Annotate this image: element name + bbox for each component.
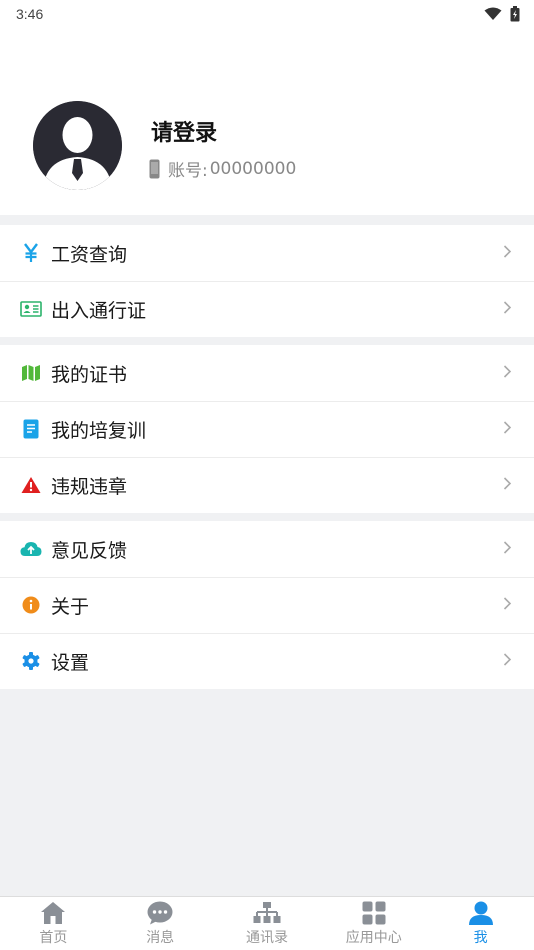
account-row: 账号: 00000000 xyxy=(149,156,296,181)
tab-label: 应用中心 xyxy=(345,930,402,946)
home-icon xyxy=(41,902,66,924)
status-bar: 3:46 xyxy=(0,0,534,28)
map-icon xyxy=(20,362,42,384)
account-value: 00000000 xyxy=(209,158,297,179)
menu-group-2: 我的证书 我的培复训 违规违章 xyxy=(0,345,534,513)
tab-home[interactable]: 首页 xyxy=(0,897,107,950)
menu-item-about[interactable]: 关于 xyxy=(0,577,534,633)
login-prompt[interactable]: 请登录 xyxy=(151,115,217,147)
chevron-right-icon xyxy=(503,364,512,383)
grid-icon xyxy=(362,901,386,925)
menu-item-certificates[interactable]: 我的证书 xyxy=(0,345,534,401)
status-icons xyxy=(484,6,520,22)
phone-icon xyxy=(149,159,160,178)
menu-item-training[interactable]: 我的培复训 xyxy=(0,401,534,457)
tab-app-center[interactable]: 应用中心 xyxy=(320,897,427,950)
profile-header[interactable]: 请登录 账号: 00000000 xyxy=(0,28,534,215)
menu-item-label: 我的证书 xyxy=(51,363,128,386)
menu-item-label: 违规违章 xyxy=(51,475,128,498)
chat-icon xyxy=(147,901,173,925)
menu-group-3: 意见反馈 关于 设置 xyxy=(0,521,534,689)
document-icon xyxy=(20,418,42,440)
person-icon xyxy=(468,901,493,925)
chevron-right-icon xyxy=(503,540,512,559)
menu-item-pass[interactable]: 出入通行证 xyxy=(0,281,534,337)
org-chart-icon xyxy=(253,902,281,923)
chevron-right-icon xyxy=(503,244,512,263)
menu-item-label: 意见反馈 xyxy=(51,539,128,562)
tab-label: 消息 xyxy=(146,930,175,946)
account-label: 账号: xyxy=(168,161,208,181)
menu-item-label: 我的培复训 xyxy=(51,419,147,442)
tab-label: 我 xyxy=(473,930,488,946)
tab-messages[interactable]: 消息 xyxy=(107,897,214,950)
menu-item-label: 设置 xyxy=(51,651,90,674)
warning-icon xyxy=(20,474,42,496)
status-time: 3:46 xyxy=(16,6,44,22)
menu-item-violations[interactable]: 违规违章 xyxy=(0,457,534,513)
chevron-right-icon xyxy=(503,476,512,495)
chevron-right-icon xyxy=(503,652,512,671)
tab-me[interactable]: 我 xyxy=(427,897,534,950)
tab-contacts[interactable]: 通讯录 xyxy=(214,897,321,950)
menu-item-label: 关于 xyxy=(51,595,90,618)
bottom-tab-bar: 首页 消息 通讯录 应用中心 我 xyxy=(0,896,534,950)
tab-label: 首页 xyxy=(39,930,68,946)
yen-icon xyxy=(20,242,42,264)
id-card-icon xyxy=(20,298,42,320)
avatar[interactable] xyxy=(33,101,122,190)
info-icon xyxy=(20,594,42,616)
chevron-right-icon xyxy=(503,420,512,439)
menu-item-label: 工资查询 xyxy=(51,243,128,266)
chevron-right-icon xyxy=(503,596,512,615)
tab-label: 通讯录 xyxy=(245,930,288,946)
wifi-icon xyxy=(484,7,502,20)
menu-item-feedback[interactable]: 意见反馈 xyxy=(0,521,534,577)
battery-icon xyxy=(510,6,520,22)
gear-icon xyxy=(20,650,42,672)
menu-item-label: 出入通行证 xyxy=(51,299,147,322)
cloud-upload-icon xyxy=(20,538,42,560)
menu-group-1: 工资查询 出入通行证 xyxy=(0,225,534,337)
menu-item-settings[interactable]: 设置 xyxy=(0,633,534,689)
chevron-right-icon xyxy=(503,300,512,319)
menu-item-salary[interactable]: 工资查询 xyxy=(0,225,534,281)
